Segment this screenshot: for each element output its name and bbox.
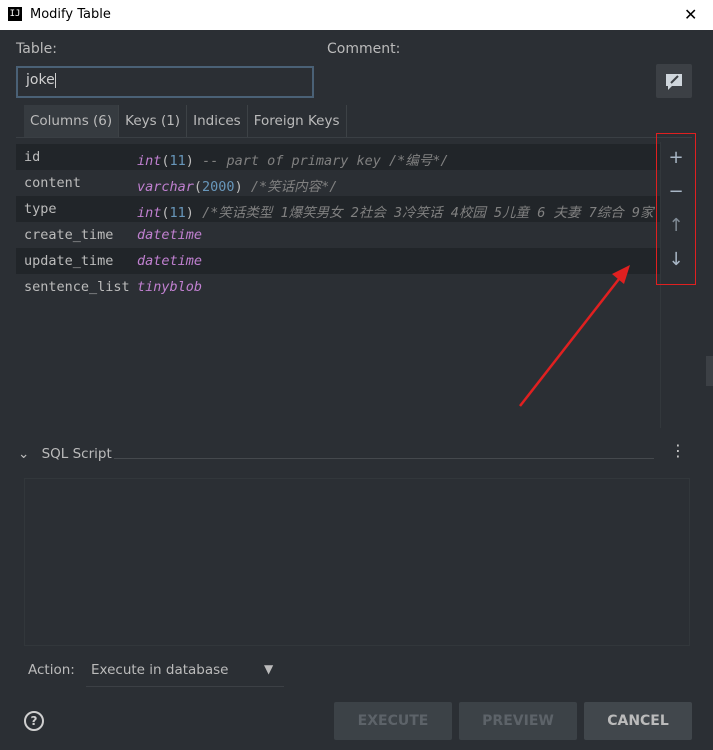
column-name: type — [24, 201, 57, 217]
tab-keys[interactable]: Keys (1) — [119, 105, 186, 137]
annotation-highlight-box — [656, 133, 696, 285]
column-type: int(11) -- part of primary key /*编号*/ — [137, 153, 449, 169]
column-name: create_time — [24, 227, 114, 243]
action-select[interactable]: Execute in database ▼ — [86, 656, 284, 687]
tab-divider — [16, 137, 692, 138]
annotation-arrow — [519, 265, 630, 407]
comment-label: Comment: — [327, 41, 401, 57]
help-icon[interactable]: ? — [24, 711, 44, 731]
table-name-input[interactable]: joke — [16, 66, 314, 98]
sql-divider — [114, 458, 654, 459]
chevron-down-icon: ▼ — [264, 662, 274, 676]
tab-bar: Columns (6) Keys (1) Indices Foreign Key… — [24, 105, 347, 137]
table-name-value: joke — [26, 72, 55, 88]
sql-script-label: SQL Script — [41, 446, 112, 462]
scrollbar[interactable] — [706, 356, 713, 386]
column-name: content — [24, 175, 81, 191]
execute-button[interactable]: EXECUTE — [334, 702, 452, 740]
column-type: varchar(2000) /*笑话内容*/ — [137, 179, 338, 195]
column-type: datetime — [137, 253, 203, 269]
tab-indices[interactable]: Indices — [187, 105, 247, 137]
action-value: Execute in database — [91, 662, 229, 678]
window-title: Modify Table — [30, 7, 111, 22]
close-button[interactable]: ✕ — [684, 5, 697, 24]
action-label: Action: — [28, 662, 75, 678]
modify-table-dialog: Table: Comment: joke Columns (6) Keys (1… — [0, 30, 713, 750]
tab-columns[interactable]: Columns (6) — [24, 105, 119, 137]
table-row[interactable]: type int(11) /*笑话类型 1爆笑男女 2社会 3冷笑话 4校园 5… — [16, 196, 660, 222]
preview-button[interactable]: PREVIEW — [459, 702, 577, 740]
title-bar: IJ Modify Table ✕ — [0, 0, 713, 30]
column-name: update_time — [24, 253, 114, 269]
column-type: tinyblob — [137, 279, 203, 295]
tab-foreign-keys[interactable]: Foreign Keys — [248, 105, 346, 137]
column-name: id — [24, 149, 41, 165]
app-icon: IJ — [8, 7, 22, 21]
text-caret — [54, 72, 56, 88]
table-row[interactable]: id int(11) -- part of primary key /*编号*/ — [16, 144, 660, 170]
more-options-icon[interactable]: ⋮ — [670, 441, 686, 460]
comment-edit-icon — [666, 74, 682, 90]
column-type: int(11) /*笑话类型 1爆笑男女 2社会 3冷笑话 4校园 5儿童 6 … — [137, 205, 654, 221]
table-row[interactable]: content varchar(2000) /*笑话内容*/ — [16, 170, 660, 196]
sql-script-editor[interactable] — [24, 478, 690, 646]
column-type: datetime — [137, 227, 203, 243]
column-name: sentence_list — [24, 279, 130, 295]
chevron-down-icon: ⌄ — [18, 446, 30, 462]
table-label: Table: — [16, 41, 57, 57]
sql-script-toggle[interactable]: ⌄ SQL Script — [18, 446, 112, 462]
cancel-button[interactable]: CANCEL — [584, 702, 692, 740]
edit-comment-button[interactable] — [656, 64, 692, 98]
table-row[interactable]: create_time datetime — [16, 222, 660, 248]
